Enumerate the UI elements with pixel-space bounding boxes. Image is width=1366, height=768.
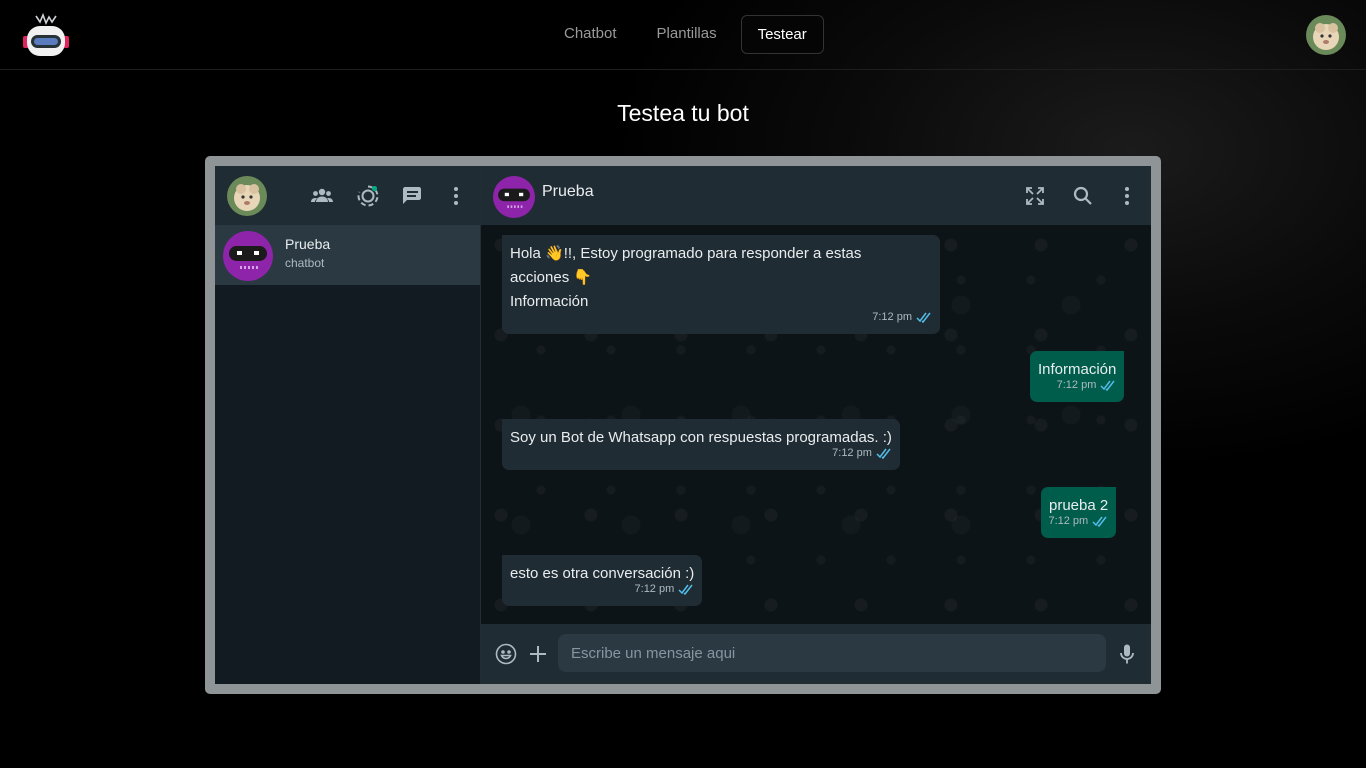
message-input[interactable] bbox=[558, 634, 1106, 672]
nav-testear[interactable]: Testear bbox=[740, 15, 824, 54]
page-title: Testea tu bot bbox=[617, 100, 749, 126]
search-icon[interactable] bbox=[1071, 184, 1095, 208]
message-time: 7:12 pm bbox=[1056, 379, 1097, 391]
message-meta: 7:12 pm bbox=[1048, 509, 1108, 533]
outgoing-message: prueba 2 7:12 pm bbox=[1041, 487, 1117, 538]
conversation-header: Prueba bbox=[481, 166, 1151, 225]
chat-list-panel: Prueba chatbot bbox=[215, 166, 481, 684]
message-line: Hola 👋!!, Estoy programado para responde… bbox=[510, 245, 862, 262]
message-meta: 7:12 pm bbox=[1057, 373, 1117, 397]
incoming-message: esto es otra conversación :) 7:12 pm bbox=[502, 555, 703, 606]
robot-logo-icon[interactable] bbox=[20, 12, 72, 58]
plus-icon[interactable] bbox=[526, 642, 550, 666]
message-line: acciones 👇 bbox=[510, 269, 593, 286]
outgoing-message: Información 7:12 pm bbox=[1030, 351, 1125, 402]
contact-avatar[interactable] bbox=[493, 176, 535, 218]
read-ticks-icon bbox=[1092, 516, 1107, 527]
read-ticks-icon bbox=[876, 448, 891, 459]
composer-bar bbox=[481, 624, 1151, 684]
chat-list-header bbox=[215, 166, 480, 225]
community-icon[interactable] bbox=[310, 184, 334, 208]
message-area[interactable]: Hola 👋!!, Estoy programado para responde… bbox=[481, 225, 1151, 624]
mic-icon[interactable] bbox=[1115, 642, 1139, 666]
menu-dots-icon[interactable] bbox=[444, 184, 468, 208]
status-icon[interactable] bbox=[356, 184, 380, 208]
top-navbar: Chatbot Plantillas Testear bbox=[0, 0, 1366, 70]
chat-app: Prueba chatbot Prueba Hola 👋!!, Estoy pr… bbox=[215, 166, 1151, 684]
emoji-icon[interactable] bbox=[494, 642, 518, 666]
message-time: 7:12 pm bbox=[634, 583, 675, 595]
bot-avatar bbox=[223, 231, 273, 281]
read-ticks-icon bbox=[1100, 380, 1115, 391]
message-meta: 7:12 pm bbox=[832, 441, 892, 465]
message-meta: 7:12 pm bbox=[635, 577, 695, 601]
message-time: 7:12 pm bbox=[872, 311, 912, 323]
read-ticks-icon bbox=[916, 312, 931, 323]
nav-chatbot[interactable]: Chatbot bbox=[548, 15, 633, 54]
fullscreen-icon[interactable] bbox=[1023, 184, 1047, 208]
incoming-message: Soy un Bot de Whatsapp con respuestas pr… bbox=[502, 419, 900, 470]
chat-name: Prueba bbox=[285, 236, 331, 252]
new-chat-icon[interactable] bbox=[400, 184, 424, 208]
conversation-panel: Prueba Hola 👋!!, Estoy programado para r… bbox=[481, 166, 1151, 684]
menu-dots-icon[interactable] bbox=[1115, 184, 1139, 208]
incoming-message: Hola 👋!!, Estoy programado para responde… bbox=[502, 235, 940, 334]
message-time: 7:12 pm bbox=[832, 447, 872, 459]
profile-avatar[interactable] bbox=[227, 176, 267, 216]
chat-subtitle: chatbot bbox=[285, 256, 325, 270]
chat-list-item[interactable]: Prueba chatbot bbox=[215, 225, 480, 285]
message-meta: 7:12 pm bbox=[872, 305, 932, 329]
message-line: Información bbox=[510, 293, 589, 310]
chat-simulator-frame: Prueba chatbot Prueba Hola 👋!!, Estoy pr… bbox=[205, 156, 1161, 694]
contact-name[interactable]: Prueba bbox=[542, 183, 594, 201]
read-ticks-icon bbox=[678, 584, 693, 595]
user-avatar[interactable] bbox=[1306, 15, 1346, 55]
main-nav: Chatbot Plantillas Testear bbox=[548, 15, 824, 54]
nav-plantillas[interactable]: Plantillas bbox=[641, 15, 733, 54]
message-time: 7:12 pm bbox=[1048, 515, 1089, 527]
